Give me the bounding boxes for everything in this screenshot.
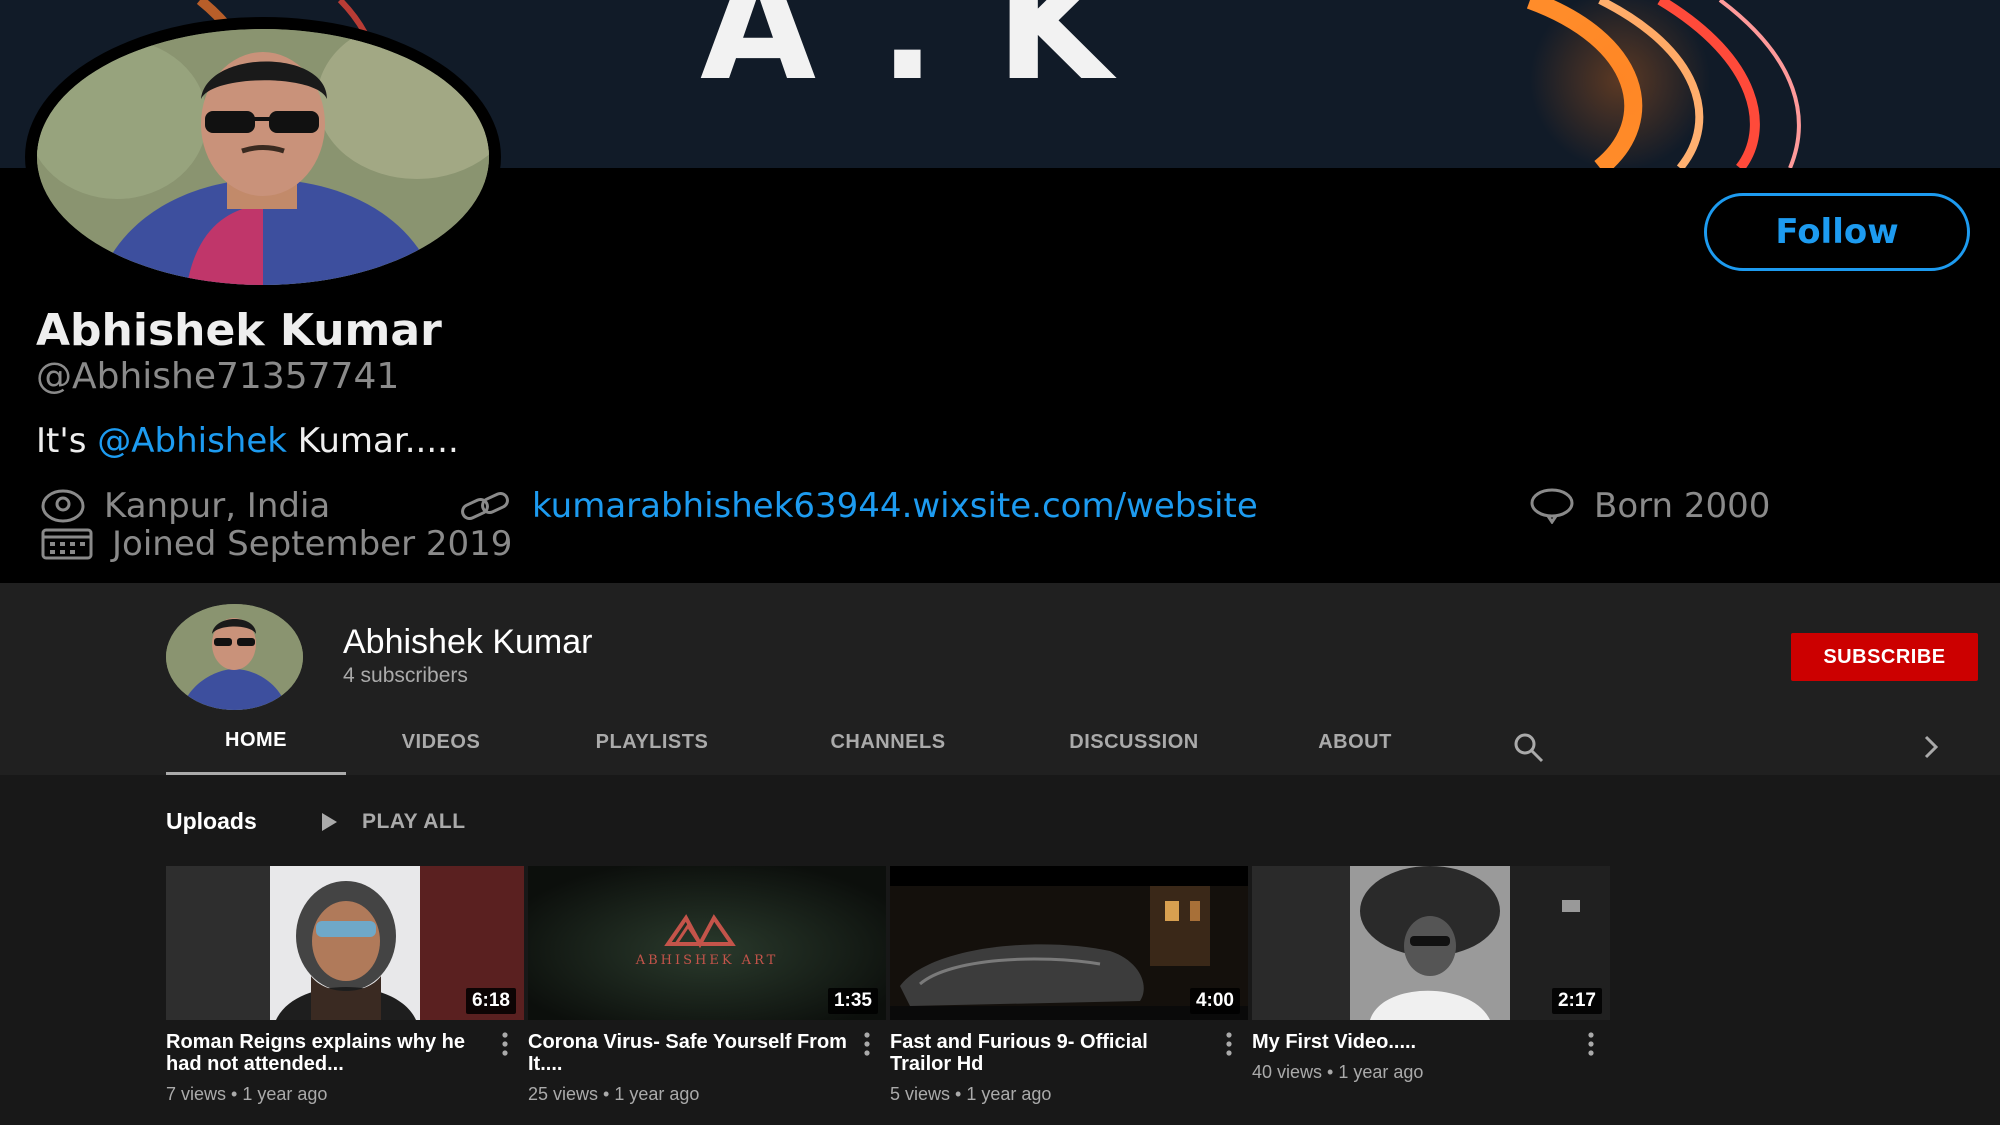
video-age: 1 year ago [1338, 1062, 1424, 1082]
video-meta: 7 views • 1 year ago [166, 1084, 328, 1104]
video-card[interactable]: 2:17 My First Video..... 40 views • 1 ye… [1252, 866, 1610, 1082]
video-meta: 25 views • 1 year ago [528, 1084, 700, 1104]
website-link[interactable]: kumarabhishek63944.wixsite.com/website [532, 486, 1258, 526]
video-card[interactable]: ABHISHEK ART 1:35 Corona Virus- Safe You… [528, 866, 886, 1104]
bio-text-prefix: It's [36, 421, 98, 461]
avatar-photo [37, 29, 489, 285]
balloon-icon [1530, 488, 1574, 524]
tab-about[interactable]: ABOUT [1260, 709, 1450, 775]
location-icon [41, 489, 85, 523]
profile-avatar-frame[interactable] [25, 17, 501, 297]
youtube-channel: Abhishek Kumar 4 subscribers SUBSCRIBE H… [0, 583, 2000, 1125]
more-options-icon[interactable] [1224, 1031, 1234, 1057]
video-age: 1 year ago [966, 1084, 1052, 1104]
calendar-icon [41, 528, 93, 560]
more-options-icon[interactable] [500, 1031, 510, 1057]
video-meta: 5 views • 1 year ago [890, 1084, 1052, 1104]
video-views: 40 views [1252, 1062, 1323, 1082]
video-title[interactable]: Roman Reigns explains why he had not att… [166, 1031, 486, 1075]
channel-avatar-photo [166, 604, 303, 710]
tab-playlists[interactable]: PLAYLISTS [536, 709, 768, 775]
more-options-icon[interactable] [862, 1031, 872, 1057]
location-text: Kanpur, India [104, 486, 331, 526]
subscriber-count: 4 subscribers [343, 664, 468, 687]
video-title[interactable]: My First Video..... [1252, 1031, 1572, 1053]
bio-text-suffix: Kumar..... [286, 421, 459, 461]
play-icon [322, 813, 337, 831]
video-duration: 4:00 [1189, 988, 1240, 1014]
channel-search-icon[interactable] [1512, 731, 1546, 765]
video-duration: 6:18 [465, 988, 516, 1014]
profile-name: Abhishek Kumar [36, 305, 442, 356]
channel-header: Abhishek Kumar 4 subscribers SUBSCRIBE H… [0, 583, 2000, 775]
profile-birthday: Born 2000 [1528, 486, 1770, 526]
tab-channels[interactable]: CHANNELS [768, 709, 1008, 775]
profile-joined: Joined September 2019 [40, 524, 512, 564]
video-views: 25 views [528, 1084, 599, 1104]
video-duration: 1:35 [827, 988, 878, 1014]
twitter-profile: A.K Follow Abhishek Kumar @Abhishe713577… [0, 0, 2000, 583]
channel-tabs: HOME VIDEOS PLAYLISTS CHANNELS DISCUSSIO… [166, 709, 1450, 775]
video-views: 7 views [166, 1084, 227, 1104]
play-all-button[interactable]: PLAY ALL [320, 810, 466, 834]
play-all-label: PLAY ALL [362, 810, 466, 833]
video-card[interactable]: 6:18 Roman Reigns explains why he had no… [166, 866, 524, 1104]
video-age: 1 year ago [614, 1084, 700, 1104]
video-thumbnail[interactable]: 6:18 [166, 866, 524, 1020]
video-age: 1 year ago [242, 1084, 328, 1104]
profile-handle: @Abhishe71357741 [36, 356, 400, 397]
video-views: 5 views [890, 1084, 951, 1104]
profile-avatar [37, 29, 489, 285]
video-card[interactable]: 4:00 Fast and Furious 9- Official Trailo… [890, 866, 1248, 1104]
chevron-right-icon[interactable] [1920, 733, 1942, 761]
thumbnail-logo-text: ABHISHEK ART [635, 953, 779, 968]
joined-text: Joined September 2019 [112, 524, 513, 564]
profile-website[interactable]: kumarabhishek63944.wixsite.com/website [458, 486, 1258, 526]
bio-mention-link[interactable]: @Abhishek [97, 421, 287, 461]
video-meta: 40 views • 1 year ago [1252, 1062, 1424, 1082]
video-title[interactable]: Corona Virus- Safe Yourself From It.... [528, 1031, 848, 1075]
uploads-heading: Uploads [166, 808, 257, 834]
follow-button[interactable]: Follow [1704, 193, 1970, 271]
video-thumbnail[interactable]: 2:17 [1252, 866, 1610, 1020]
video-duration: 2:17 [1551, 988, 1602, 1014]
birthday-text: Born 2000 [1594, 486, 1771, 526]
profile-location: Kanpur, India [40, 486, 330, 526]
video-thumbnail[interactable]: 4:00 [890, 866, 1248, 1020]
link-icon [461, 491, 509, 521]
video-thumbnail[interactable]: ABHISHEK ART 1:35 [528, 866, 886, 1020]
subscribe-button[interactable]: SUBSCRIBE [1791, 633, 1978, 681]
banner-logo-text: A.K [700, 0, 1173, 114]
tab-discussion[interactable]: DISCUSSION [1008, 709, 1260, 775]
channel-name: Abhishek Kumar [343, 623, 593, 661]
video-title[interactable]: Fast and Furious 9- Official Trailor Hd [890, 1031, 1210, 1075]
tab-videos[interactable]: VIDEOS [346, 709, 536, 775]
tab-home[interactable]: HOME [166, 709, 346, 775]
channel-avatar[interactable] [166, 604, 303, 710]
profile-bio: It's @Abhishek Kumar..... [36, 421, 459, 461]
more-options-icon[interactable] [1586, 1031, 1596, 1057]
